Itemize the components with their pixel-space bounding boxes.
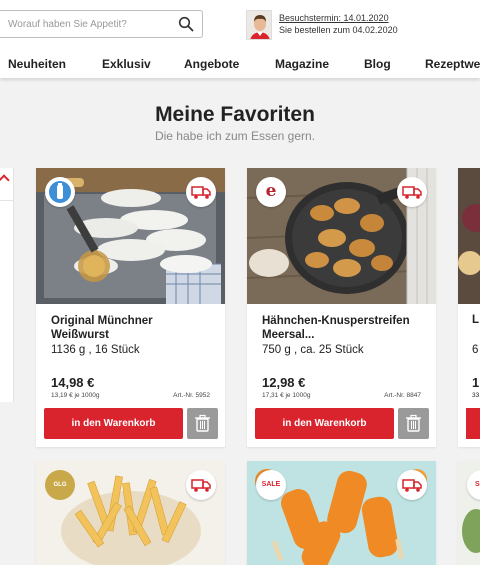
nav-item-magazine[interactable]: Magazine — [275, 57, 329, 71]
article-number: Art.-Nr. 8847 — [384, 392, 421, 399]
product-name[interactable]: Hähnchen-Knusperstreifen Meersal... — [262, 314, 422, 342]
product-card[interactable]: SA — [458, 461, 480, 565]
divider — [0, 200, 14, 201]
product-name[interactable]: Original Münchner Weißwurst — [51, 314, 211, 342]
page-title: Meine Favoriten — [155, 103, 315, 126]
product-quantity: 750 g , ca. 25 Stück — [262, 344, 364, 356]
product-quantity: 1136 g , 16 Stück — [51, 344, 140, 356]
search-box — [0, 10, 203, 38]
add-to-cart-button[interactable]: in den Warenkorb — [255, 408, 394, 439]
add-to-cart-button[interactable]: in den Warenkorb — [44, 408, 183, 439]
appointment-link[interactable]: Besuchstermin: 14.01.2020 — [279, 12, 398, 24]
page-subtitle: Die habe ich zum Essen gern. — [154, 129, 316, 143]
order-date: Sie bestellen zum 04.02.2020 — [279, 25, 398, 35]
side-panel — [0, 168, 14, 402]
brand-e-icon: e — [256, 177, 286, 207]
quality-badge: GLG — [45, 470, 75, 500]
product-card[interactable]: e Hähnchen-Knusperstreifen Meersal... 75… — [247, 168, 436, 447]
nav-item-angebote[interactable]: Angebote — [184, 57, 239, 71]
main-nav: Neuheiten Exklusiv Angebote Magazine Blo… — [0, 48, 480, 78]
product-quantity: 6 — [472, 344, 479, 356]
sale-badge: SALE — [256, 470, 286, 500]
nav-item-neuheiten[interactable]: Neuheiten — [8, 57, 66, 71]
product-card[interactable]: L 6 1 33 — [458, 168, 480, 447]
unit-price: 33 — [472, 392, 480, 399]
chevron-up-icon[interactable] — [0, 174, 10, 186]
trash-icon[interactable] — [187, 408, 218, 439]
visit-info: Besuchstermin: 14.01.2020 Sie bestellen … — [279, 12, 398, 36]
product-name[interactable]: L — [472, 314, 479, 326]
product-card[interactable]: SALE — [247, 461, 436, 565]
nav-item-blog[interactable]: Blog — [364, 57, 391, 71]
nav-item-rezeptwelt[interactable]: Rezeptwe — [425, 57, 480, 71]
bottle-icon — [49, 181, 71, 203]
add-to-cart-button[interactable] — [466, 408, 480, 439]
delivery-truck-icon — [397, 177, 427, 207]
product-card[interactable]: GLG — [36, 461, 225, 565]
article-number: Art.-Nr. 5952 — [173, 392, 210, 399]
search-icon[interactable] — [178, 16, 194, 32]
search-input[interactable] — [8, 15, 168, 33]
product-image[interactable] — [458, 168, 480, 304]
delivery-truck-icon — [186, 470, 216, 500]
top-bar: Besuchstermin: 14.01.2020 Sie bestellen … — [0, 0, 480, 48]
product-price: 12,98 € — [262, 375, 306, 390]
info-badge — [45, 177, 75, 207]
product-price: 1 — [472, 375, 480, 390]
unit-price: 13,19 € je 1000g — [51, 392, 100, 399]
delivery-truck-icon — [186, 177, 216, 207]
delivery-truck-icon — [397, 470, 427, 500]
product-price: 14,98 € — [51, 375, 95, 390]
unit-price: 17,31 € je 1000g — [262, 392, 311, 399]
nav-item-exklusiv[interactable]: Exklusiv — [102, 57, 151, 71]
product-card[interactable]: Original Münchner Weißwurst 1136 g , 16 … — [36, 168, 225, 447]
trash-icon[interactable] — [398, 408, 429, 439]
advisor-avatar — [246, 10, 272, 40]
